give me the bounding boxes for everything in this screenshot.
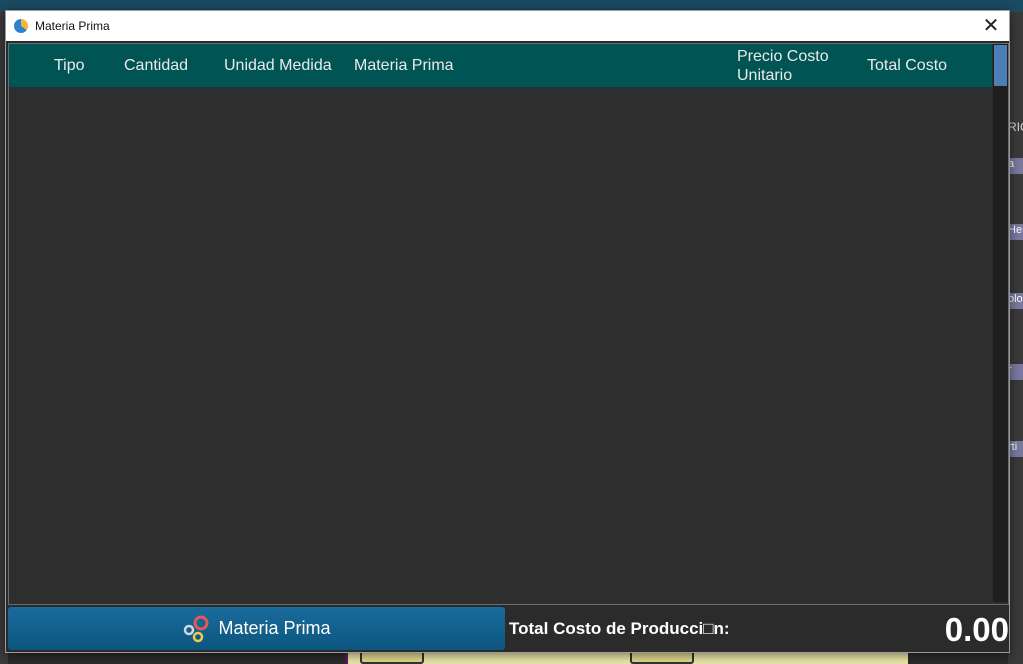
- window-title: Materia Prima: [35, 19, 110, 33]
- background-chip: rti: [1008, 441, 1023, 457]
- background-chip: r: [1008, 364, 1023, 380]
- gears-icon: [184, 615, 209, 642]
- title-bar[interactable]: Materia Prima ✕: [6, 11, 1009, 41]
- background-chip: a: [1008, 158, 1023, 174]
- materia-prima-table: Tipo Cantidad Unidad Medida Materia Prim…: [8, 43, 1009, 605]
- total-cost-label: Total Costo de Producci□n:: [509, 619, 730, 638]
- add-materia-prima-button[interactable]: Materia Prima: [8, 607, 505, 650]
- vertical-scrollbar[interactable]: [993, 44, 1008, 602]
- background-right-panel: [1008, 12, 1023, 664]
- background-chip: olo: [1008, 293, 1023, 309]
- column-header-precio-costo-unitario[interactable]: Precio Costo Unitario: [737, 44, 847, 87]
- scrollbar-thumb[interactable]: [994, 45, 1007, 86]
- table-body[interactable]: [9, 87, 992, 604]
- add-materia-prima-label: Materia Prima: [218, 618, 331, 638]
- app-icon: [14, 19, 28, 33]
- background-chip: He: [1008, 224, 1023, 240]
- materia-prima-dialog: Materia Prima ✕ Tipo Cantidad Unidad Med…: [5, 10, 1010, 653]
- close-button[interactable]: ✕: [979, 14, 1003, 38]
- dialog-content: Tipo Cantidad Unidad Medida Materia Prim…: [6, 41, 1009, 652]
- column-header-materia-prima[interactable]: Materia Prima: [354, 44, 454, 87]
- column-header-tipo[interactable]: Tipo: [54, 44, 85, 87]
- column-header-total-costo[interactable]: Total Costo: [867, 44, 947, 87]
- background-text: RIC: [1008, 120, 1023, 134]
- column-header-cantidad[interactable]: Cantidad: [124, 44, 188, 87]
- total-cost-value: 0.00: [944, 611, 1009, 648]
- column-header-unidad-medida[interactable]: Unidad Medida: [224, 44, 332, 87]
- table-header: Tipo Cantidad Unidad Medida Materia Prim…: [9, 44, 992, 87]
